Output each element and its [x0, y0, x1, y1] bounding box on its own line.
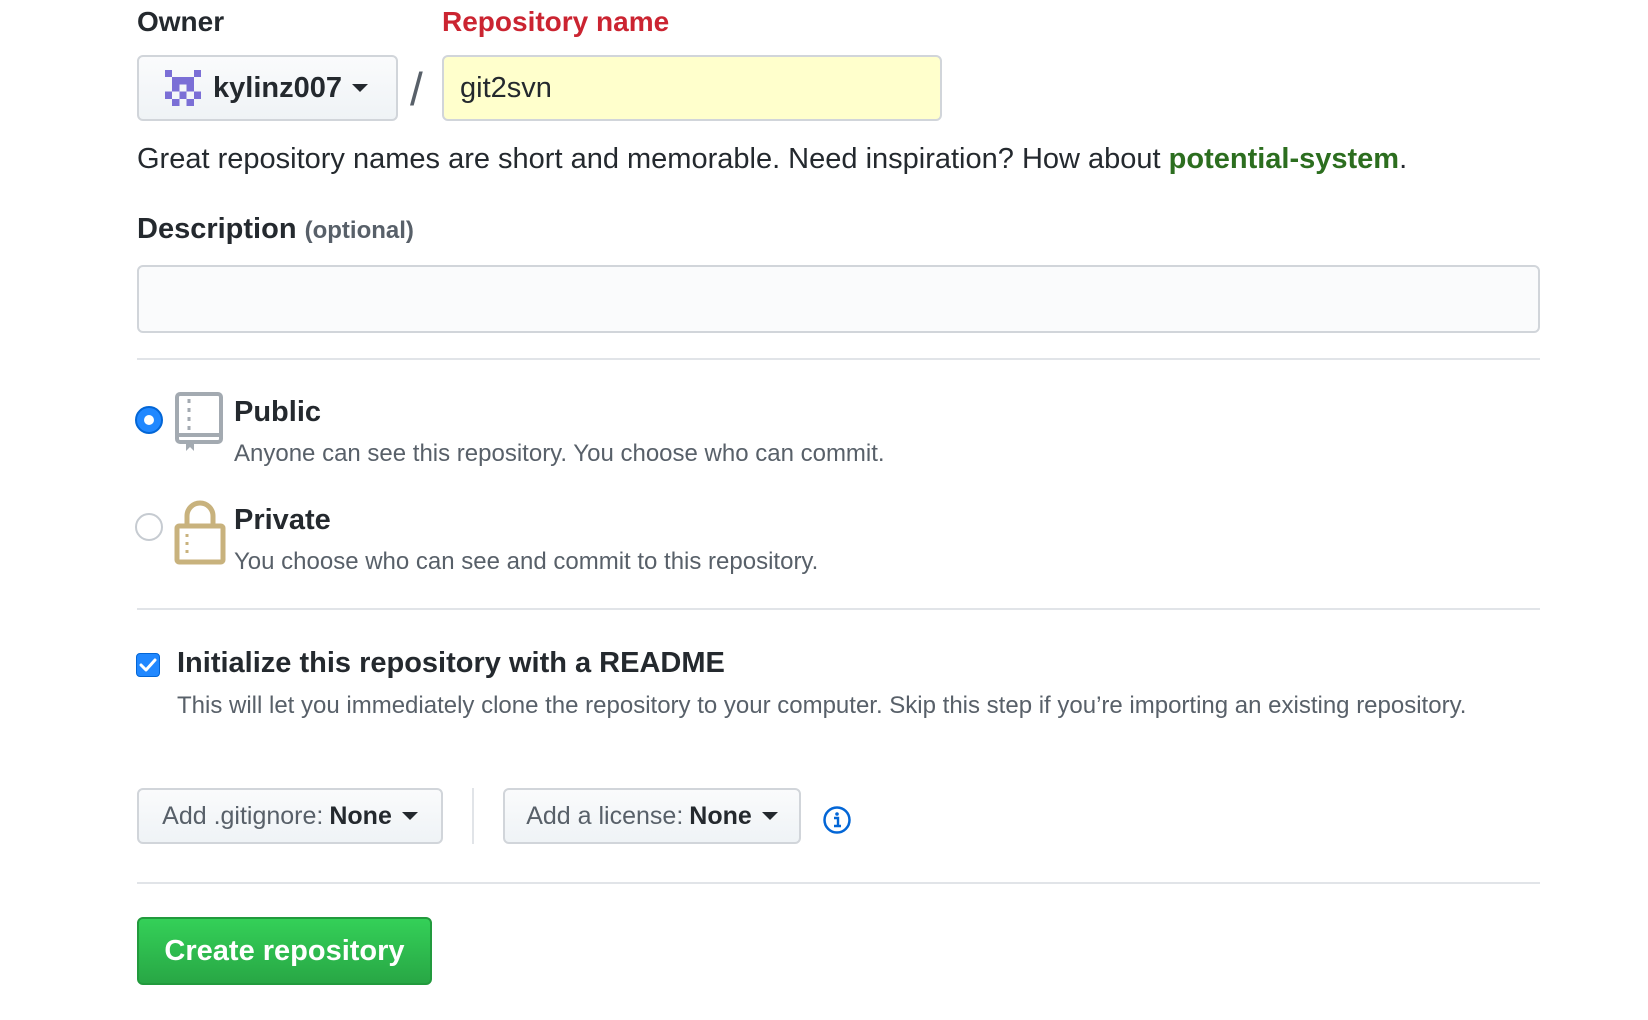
private-subtitle: You choose who can see and commit to thi…	[234, 548, 819, 575]
readme-title: Initialize this repository with a README	[177, 647, 725, 679]
private-title: Private	[234, 504, 331, 536]
public-title: Public	[234, 396, 322, 428]
license-select-button[interactable]: Add a license: None	[503, 788, 801, 844]
readme-checkbox[interactable]	[136, 653, 160, 677]
hint-end: .	[1399, 143, 1408, 175]
repository-name-hint: Great repository names are short and mem…	[137, 143, 1407, 176]
gitignore-label: Add .gitignore:	[162, 801, 324, 830]
owner-repo-separator: /	[410, 63, 423, 115]
divider-vertical	[472, 788, 474, 844]
gitignore-value: None	[329, 801, 392, 830]
lock-icon	[174, 500, 226, 565]
owner-username: kylinz007	[213, 71, 342, 104]
license-label: Add a license:	[526, 801, 684, 830]
readme-subtitle: This will let you immediately clone the …	[177, 692, 1467, 719]
optional-tag: (optional)	[304, 217, 414, 244]
repo-book-icon	[175, 392, 223, 451]
divider	[137, 608, 1540, 610]
identicon-avatar-icon	[165, 70, 201, 106]
chevron-down-icon	[351, 84, 368, 92]
description-label: Description (optional)	[137, 213, 414, 246]
owner-label: Owner	[137, 6, 225, 37]
description-label-text: Description	[137, 213, 297, 245]
hint-text: Great repository names are short and mem…	[137, 143, 1169, 175]
divider	[137, 358, 1540, 360]
owner-select-button[interactable]: kylinz007	[137, 55, 398, 121]
license-value: None	[689, 801, 752, 830]
name-suggestion-link[interactable]: potential-system	[1169, 143, 1399, 175]
private-radio[interactable]	[135, 513, 163, 541]
chevron-down-icon	[761, 812, 778, 820]
gitignore-select-button[interactable]: Add .gitignore: None	[137, 788, 443, 844]
repository-name-label: Repository name	[442, 6, 670, 37]
create-repository-button[interactable]: Create repository	[137, 917, 432, 985]
public-radio[interactable]	[135, 406, 163, 434]
public-subtitle: Anyone can see this repository. You choo…	[234, 440, 885, 467]
check-icon	[139, 658, 157, 672]
info-icon[interactable]	[822, 805, 852, 835]
chevron-down-icon	[401, 812, 418, 820]
divider	[137, 882, 1540, 884]
repository-name-input[interactable]	[442, 55, 942, 121]
description-input[interactable]	[137, 265, 1540, 333]
